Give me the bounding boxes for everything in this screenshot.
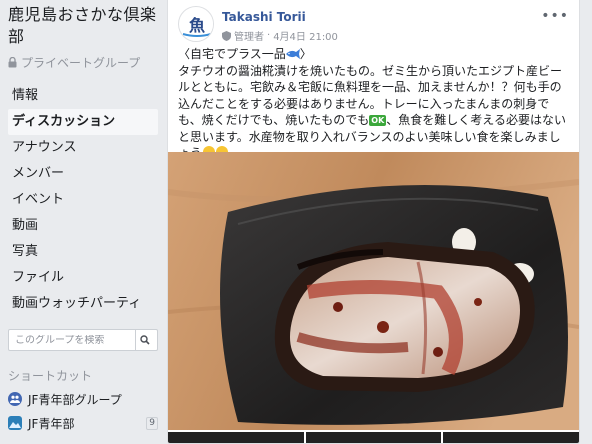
nav-item-announcements[interactable]: アナウンス <box>8 135 158 161</box>
post-paragraph: 〈自宅でプラス一品〉 <box>178 47 312 61</box>
post-photo[interactable] <box>168 152 579 430</box>
search-button[interactable] <box>135 330 153 350</box>
shortcut-label: JF青年部 <box>28 416 75 431</box>
post-first-line: 〈自宅でプラス一品 <box>178 47 286 61</box>
avatar-glyph: 魚 <box>189 16 205 35</box>
group-nav: 情報 ディスカッション アナウンス メンバー イベント 動画 写真 ファイル 動… <box>8 83 158 317</box>
nav-item-watch-party[interactable]: 動画ウォッチパーティ <box>8 291 158 317</box>
fish-icon <box>285 49 300 59</box>
nav-item-videos[interactable]: 動画 <box>8 213 158 239</box>
group-sidebar: 鹿児島おさかな倶楽部 プライベートグループ 情報 ディスカッション アナウンス … <box>0 0 162 444</box>
lock-icon <box>8 57 17 68</box>
photo-thumbnail[interactable] <box>305 432 442 443</box>
post-author[interactable]: Takashi Torii <box>222 10 306 24</box>
photo-thumbnail[interactable] <box>443 432 579 443</box>
nav-item-about[interactable]: 情報 <box>8 83 158 109</box>
nav-item-events[interactable]: イベント <box>8 187 158 213</box>
group-privacy: プライベートグループ <box>8 54 162 71</box>
search-icon <box>139 335 150 345</box>
photo-thumbnails <box>168 432 579 443</box>
photo-thumbnail[interactable] <box>168 432 304 443</box>
shortcut-label: JF青年部グループ <box>28 392 122 407</box>
post-role: 管理者 <box>234 32 264 43</box>
post-header: 魚 Takashi Torii 管理者 · 4月4日 21:00 ••• <box>168 0 579 44</box>
shortcut-item[interactable]: JF青年部 9 <box>8 414 158 432</box>
privacy-label: プライベートグループ <box>21 56 141 70</box>
more-options-icon[interactable]: ••• <box>541 8 569 24</box>
group-title[interactable]: 鹿児島おさかな倶楽部 <box>8 4 158 48</box>
ok-icon: OK <box>369 115 387 126</box>
group-search-input[interactable] <box>15 334 135 346</box>
group-search <box>8 329 158 351</box>
post-date[interactable]: 4月4日 21:00 <box>273 28 338 43</box>
post-meta: 管理者 · 4月4日 21:00 <box>222 28 338 43</box>
group-photo-icon <box>8 416 22 430</box>
meta-separator: · <box>267 30 271 41</box>
nav-item-files[interactable]: ファイル <box>8 265 158 291</box>
shortcut-item[interactable]: JF青年部グループ <box>8 390 158 408</box>
group-icon <box>8 392 22 406</box>
author-avatar[interactable]: 魚 <box>178 6 214 42</box>
post-body: 〈自宅でプラス一品〉 タチウオの醤油糀漬けを焼いたもの。ゼミ生から頂いたエジプト… <box>168 44 579 162</box>
page-edge <box>580 0 592 444</box>
nav-item-discussion[interactable]: ディスカッション <box>8 109 158 135</box>
nav-item-members[interactable]: メンバー <box>8 161 158 187</box>
shortcuts-heading: ショートカット <box>8 369 93 383</box>
group-post: 魚 Takashi Torii 管理者 · 4月4日 21:00 ••• 〈自宅… <box>167 0 580 444</box>
unread-count-badge: 9 <box>146 416 158 430</box>
admin-shield-icon <box>222 30 231 41</box>
post-paragraph: タチウオの醤油糀漬けを焼いたもの。ゼミ生から頂いたエジプト産ビールとともに。宅飲… <box>178 63 569 162</box>
nav-item-photos[interactable]: 写真 <box>8 239 158 265</box>
